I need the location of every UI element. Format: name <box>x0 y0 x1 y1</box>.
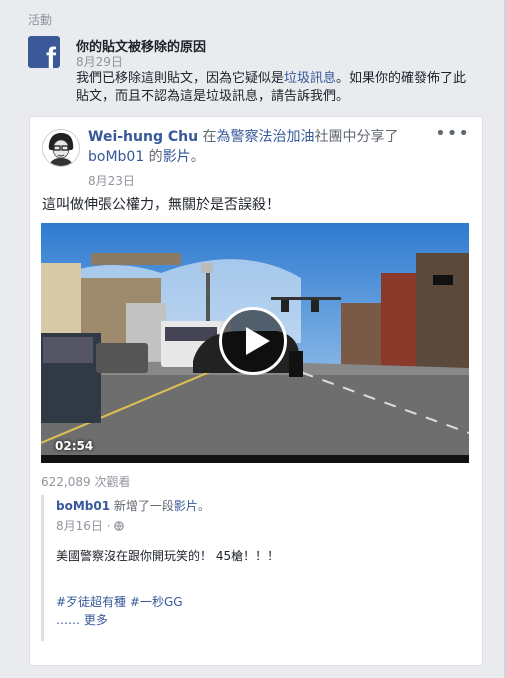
shared-post-text: 美國警察沒在跟你開玩笑的！ 45槍！！！ <box>56 549 280 563</box>
facebook-logo-icon: f <box>28 36 60 68</box>
video-player[interactable]: 02:54 <box>41 223 469 463</box>
author-link[interactable]: Wei-hung Chu <box>88 129 198 145</box>
more-options-icon[interactable]: ••• <box>435 125 470 143</box>
header-text-3: 的 <box>144 149 163 165</box>
shared-post-date: 8月16日 · <box>56 517 125 534</box>
shared-header-text-2: 。 <box>197 499 210 513</box>
shared-video-link[interactable]: 影片 <box>174 499 198 513</box>
shared-post-header: boMb01 新增了一段影片。 <box>56 497 210 514</box>
view-count: 622,089 次觀看 <box>41 475 131 489</box>
header-text-2: 社團中分享了 <box>314 129 399 145</box>
play-button[interactable] <box>219 307 287 375</box>
post-header: Wei-hung Chu 在為警察法治加油社團中分享了 boMb01 的影片。 <box>88 127 448 167</box>
header-text: 在 <box>198 129 217 145</box>
hashtags: #歹徒超有種 #一秒GG <box>56 593 183 610</box>
notice-body-text: 我們已移除這則貼文，因為它疑似是 <box>76 71 285 86</box>
see-more-link[interactable]: …… 更多 <box>56 611 108 628</box>
video-link[interactable]: 影片 <box>163 149 191 165</box>
shared-header-text: 新增了一段 <box>110 499 174 513</box>
post-card: Wei-hung Chu 在為警察法治加油社團中分享了 boMb01 的影片。 … <box>29 116 483 666</box>
post-date[interactable]: 8月23日 <box>88 172 135 189</box>
hashtag-link-2[interactable]: #一秒GG <box>130 595 183 609</box>
avatar[interactable] <box>42 129 80 167</box>
see-more-text[interactable]: …… 更多 <box>56 613 108 627</box>
shared-author-link[interactable]: boMb01 <box>56 499 110 513</box>
spam-link[interactable]: 垃圾訊息 <box>284 71 336 86</box>
source-link[interactable]: boMb01 <box>88 149 144 165</box>
group-link[interactable]: 為警察法治加油 <box>217 129 315 145</box>
section-title: 活動 <box>28 13 53 27</box>
video-duration: 02:54 <box>55 439 94 453</box>
notice-date: 8月29日 <box>76 55 123 69</box>
hashtag-link[interactable]: #歹徒超有種 <box>56 595 126 609</box>
shared-post: boMb01 新增了一段影片。 8月16日 · 美國警察沒在跟你開玩笑的！ 45… <box>41 495 472 641</box>
header-text-4: 。 <box>190 149 205 165</box>
post-text: 這叫做伸張公權力，無關於是否誤殺！ <box>42 197 280 213</box>
shared-date-link[interactable]: 8月16日 <box>56 519 103 533</box>
privacy-separator: · <box>106 519 111 533</box>
globe-icon <box>114 521 125 531</box>
notice-body: 我們已移除這則貼文，因為它疑似是垃圾訊息。如果你的確發佈了此貼文，而且不認為這是… <box>76 70 476 106</box>
